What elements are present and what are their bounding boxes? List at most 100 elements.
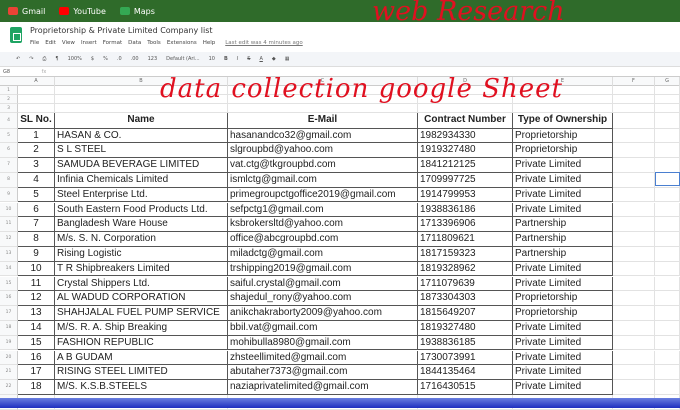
empty-cell[interactable] xyxy=(655,320,680,336)
cell[interactable]: ismlctg@gmail.com xyxy=(228,172,418,188)
column-header-F[interactable]: F xyxy=(613,77,655,86)
fill-color-icon[interactable]: ◆ xyxy=(272,56,276,62)
cell[interactable]: 12 xyxy=(18,291,55,307)
cell[interactable]: Rising Logistic xyxy=(55,246,228,262)
font-select[interactable]: Default (Ari... xyxy=(166,56,199,62)
cell[interactable]: South Eastern Food Products Ltd. xyxy=(55,202,228,218)
cell[interactable]: 18 xyxy=(18,380,55,395)
cell[interactable]: 1841212125 xyxy=(418,158,513,173)
cell[interactable]: Private Limited xyxy=(513,365,613,381)
print-icon[interactable]: ⎙ xyxy=(42,56,46,62)
empty-cell[interactable] xyxy=(655,187,680,203)
empty-cell[interactable] xyxy=(513,104,613,113)
cell[interactable]: Bangladesh Ware House xyxy=(55,217,228,233)
menu-format[interactable]: Format xyxy=(103,40,122,46)
menu-file[interactable]: File xyxy=(30,40,39,46)
cell[interactable]: anikchakraborty2009@yahoo.com xyxy=(228,306,418,321)
cell[interactable]: 11 xyxy=(18,276,55,292)
cell[interactable]: Private Limited xyxy=(513,380,613,395)
redo-icon[interactable]: ↷ xyxy=(29,56,33,62)
cell[interactable]: Private Limited xyxy=(513,187,613,203)
cell[interactable]: 1938836185 xyxy=(418,335,513,351)
name-box[interactable]: G8 xyxy=(3,69,10,75)
column-title[interactable]: Contract Number xyxy=(418,113,513,129)
row-number[interactable]: 7 xyxy=(0,158,18,173)
cell[interactable]: 1730073991 xyxy=(418,350,513,366)
empty-cell[interactable] xyxy=(655,261,680,277)
cell[interactable]: slgroupbd@yahoo.com xyxy=(228,143,418,159)
cell[interactable]: 1817159323 xyxy=(418,246,513,262)
row-number[interactable]: 15 xyxy=(0,276,18,292)
cell[interactable]: miladctg@gmail.com xyxy=(228,246,418,262)
cell[interactable]: Partnership xyxy=(513,232,613,247)
empty-cell[interactable] xyxy=(18,104,55,113)
row-number[interactable]: 10 xyxy=(0,202,18,218)
empty-cell[interactable] xyxy=(613,143,655,159)
increase-decimal-button[interactable]: .00 xyxy=(131,56,139,62)
empty-cell[interactable] xyxy=(613,335,655,351)
row-number[interactable]: 8 xyxy=(0,172,18,188)
empty-cell[interactable] xyxy=(613,246,655,262)
percent-button[interactable]: % xyxy=(103,56,108,62)
cell[interactable]: saiful.crystal@gmail.com xyxy=(228,276,418,292)
cell[interactable]: sefpctg1@gmail.com xyxy=(228,202,418,218)
empty-cell[interactable] xyxy=(613,158,655,173)
cell[interactable]: FASHION REPUBLIC xyxy=(55,335,228,351)
cell[interactable]: HASAN & CO. xyxy=(55,128,228,144)
cell[interactable]: ksbrokersltd@yahoo.com xyxy=(228,217,418,233)
strikethrough-button[interactable]: S xyxy=(247,56,250,62)
bookmark-gmail[interactable]: Gmail xyxy=(8,7,45,16)
empty-cell[interactable] xyxy=(655,86,680,95)
cell[interactable]: 1844135464 xyxy=(418,365,513,381)
cell[interactable]: shajedul_rony@yahoo.com xyxy=(228,291,418,307)
cell[interactable]: AL WADUD CORPORATION xyxy=(55,291,228,307)
cell[interactable]: Proprietorship xyxy=(513,306,613,321)
cell[interactable]: M/S. R. A. Ship Breaking xyxy=(55,320,228,336)
cell[interactable]: 1709997725 xyxy=(418,172,513,188)
empty-cell[interactable] xyxy=(655,335,680,351)
cell[interactable]: primegroupctgoffice2019@gmail.com xyxy=(228,187,418,203)
last-edit-link[interactable]: Last edit was 4 minutes ago xyxy=(225,40,302,46)
empty-cell[interactable] xyxy=(655,217,680,233)
cell[interactable]: 7 xyxy=(18,217,55,233)
italic-button[interactable]: I xyxy=(237,56,238,62)
cell[interactable]: 2 xyxy=(18,143,55,159)
cell[interactable]: 17 xyxy=(18,365,55,381)
empty-cell[interactable] xyxy=(613,365,655,381)
cell[interactable]: trshipping2019@gmail.com xyxy=(228,261,418,277)
cell[interactable]: 1919327480 xyxy=(418,143,513,159)
cell[interactable]: Private Limited xyxy=(513,261,613,277)
row-number[interactable]: 13 xyxy=(0,246,18,262)
cell[interactable]: 4 xyxy=(18,172,55,188)
menu-extensions[interactable]: Extensions xyxy=(167,40,197,46)
menu-help[interactable]: Help xyxy=(203,40,216,46)
row-number[interactable]: 4 xyxy=(0,113,18,129)
text-color-button[interactable]: A xyxy=(259,56,262,62)
empty-cell[interactable] xyxy=(655,306,680,321)
cell[interactable]: naziaprivatelimited@gmail.com xyxy=(228,380,418,395)
column-header-G[interactable]: G xyxy=(655,77,680,86)
empty-cell[interactable] xyxy=(613,86,655,95)
empty-cell[interactable] xyxy=(613,306,655,321)
empty-cell[interactable] xyxy=(655,128,680,144)
row-number[interactable]: 18 xyxy=(0,320,18,336)
cell[interactable]: Partnership xyxy=(513,217,613,233)
cell[interactable]: 1819327480 xyxy=(418,320,513,336)
zoom-select[interactable]: 100% xyxy=(68,56,82,62)
empty-cell[interactable] xyxy=(655,350,680,366)
empty-cell[interactable] xyxy=(613,95,655,104)
cell[interactable]: 5 xyxy=(18,187,55,203)
empty-cell[interactable] xyxy=(655,104,680,113)
cell[interactable]: 1819328962 xyxy=(418,261,513,277)
empty-cell[interactable] xyxy=(655,365,680,381)
column-title[interactable]: SL No. xyxy=(18,113,55,129)
empty-cell[interactable] xyxy=(655,143,680,159)
empty-cell[interactable] xyxy=(613,128,655,144)
row-number[interactable]: 19 xyxy=(0,335,18,351)
row-number[interactable]: 20 xyxy=(0,350,18,366)
cell[interactable]: 1914799953 xyxy=(418,187,513,203)
undo-icon[interactable]: ↶ xyxy=(16,56,20,62)
empty-cell[interactable] xyxy=(18,95,55,104)
cell[interactable]: 8 xyxy=(18,232,55,247)
cell[interactable]: 1 xyxy=(18,128,55,144)
